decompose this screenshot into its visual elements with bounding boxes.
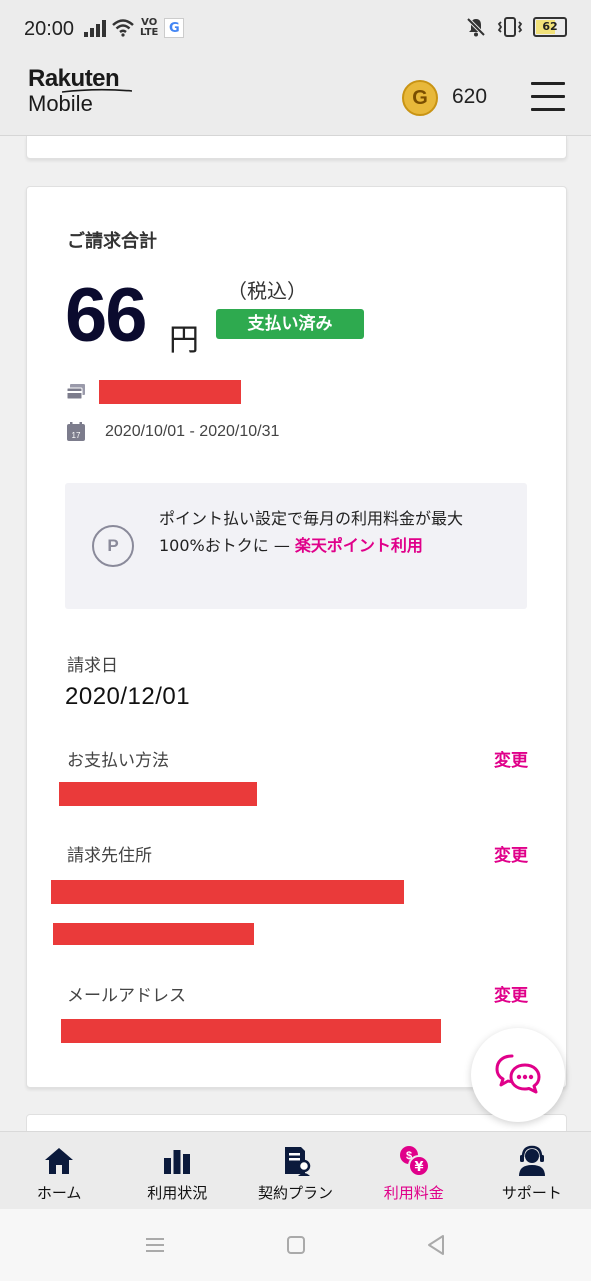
wifi-icon	[112, 19, 134, 37]
paid-status-badge: 支払い済み	[216, 309, 364, 339]
card-icon	[66, 384, 85, 400]
app-header: Rakuten Mobile G 620	[0, 60, 591, 136]
point-payment-promo: P ポイント払い設定で毎月の利用料金が最大100%おトクに — 楽天ポイント利用	[65, 483, 527, 609]
bar-chart-icon	[164, 1150, 191, 1174]
billing-period: 2020/10/01 - 2020/10/31	[105, 423, 280, 440]
change-billing-address-link[interactable]: 変更	[494, 841, 528, 866]
battery-icon: 62	[533, 17, 567, 37]
billing-address-label: 請求先住所	[67, 846, 152, 866]
change-payment-method-link[interactable]: 変更	[494, 746, 528, 771]
redacted-address-line2	[53, 923, 254, 945]
status-bar: 20:00 VO LTE G 62	[0, 0, 591, 60]
volte-icon: VO LTE	[140, 17, 159, 38]
yen-fee-icon: $ ¥	[399, 1146, 430, 1177]
svg-text:17: 17	[72, 431, 81, 440]
rakuten-point-icon: P	[92, 525, 134, 567]
nav-fees-label: 利用料金	[383, 1184, 444, 1202]
rakuten-mobile-logo[interactable]: Rakuten Mobile	[28, 66, 132, 116]
points-balance: 620	[452, 85, 488, 108]
nav-home[interactable]: ホーム	[0, 1132, 118, 1210]
recent-apps-icon[interactable]	[143, 1233, 167, 1257]
change-email-link[interactable]: 変更	[494, 981, 528, 1006]
email-label: メールアドレス	[67, 986, 186, 1006]
coin-icon: G	[402, 80, 438, 116]
tax-included-note: （税込）	[227, 279, 307, 303]
chat-button[interactable]	[471, 1028, 565, 1122]
system-navigation-bar	[0, 1209, 591, 1281]
nav-fees[interactable]: $ ¥ 利用料金	[355, 1132, 473, 1210]
support-icon	[518, 1145, 545, 1176]
billing-total-heading: ご請求合計	[67, 231, 157, 252]
hamburger-menu-icon[interactable]	[531, 82, 565, 112]
contract-icon	[284, 1147, 310, 1176]
google-icon: G	[164, 18, 185, 38]
nav-home-label: ホーム	[36, 1184, 82, 1202]
previous-card	[26, 136, 567, 159]
svg-text:¥: ¥	[414, 1160, 423, 1175]
billing-date-label: 請求日	[67, 656, 118, 676]
back-icon[interactable]	[424, 1233, 448, 1257]
redacted-address-line1	[51, 880, 404, 904]
redacted-payment-method	[59, 782, 257, 806]
nav-support[interactable]: サポート	[473, 1132, 591, 1210]
home-button-icon[interactable]	[284, 1233, 308, 1257]
calendar-icon: 17	[67, 422, 85, 441]
redacted-email	[61, 1019, 441, 1043]
nav-support-label: サポート	[501, 1184, 562, 1202]
billing-date-value: 2020/12/01	[65, 683, 191, 710]
nav-usage-label: 利用状況	[147, 1184, 208, 1202]
nav-contract-plan[interactable]: 契約プラン	[236, 1132, 354, 1210]
nav-contract-plan-label: 契約プラン	[258, 1184, 334, 1202]
bottom-navigation: ホーム 利用状況 契約プラン $ ¥ 利用料金 サポート	[0, 1131, 591, 1210]
payment-method-label: お支払い方法	[67, 751, 169, 771]
yen-unit: 円	[169, 323, 199, 358]
vibrate-icon	[497, 17, 523, 37]
home-icon	[45, 1148, 74, 1174]
status-time: 20:00	[24, 18, 75, 40]
bell-mute-icon	[466, 17, 486, 37]
signal-strength-icon	[84, 19, 106, 37]
nav-usage[interactable]: 利用状況	[118, 1132, 236, 1210]
billing-summary-card: ご請求合計 66 円 （税込） 支払い済み 17 2020/10/01 - 20…	[26, 186, 567, 1088]
redacted-line-number	[99, 380, 241, 404]
chat-bubbles-icon	[495, 1054, 541, 1094]
billing-amount: 66	[65, 273, 148, 358]
rakuten-point-link[interactable]: 楽天ポイント利用	[295, 536, 423, 555]
